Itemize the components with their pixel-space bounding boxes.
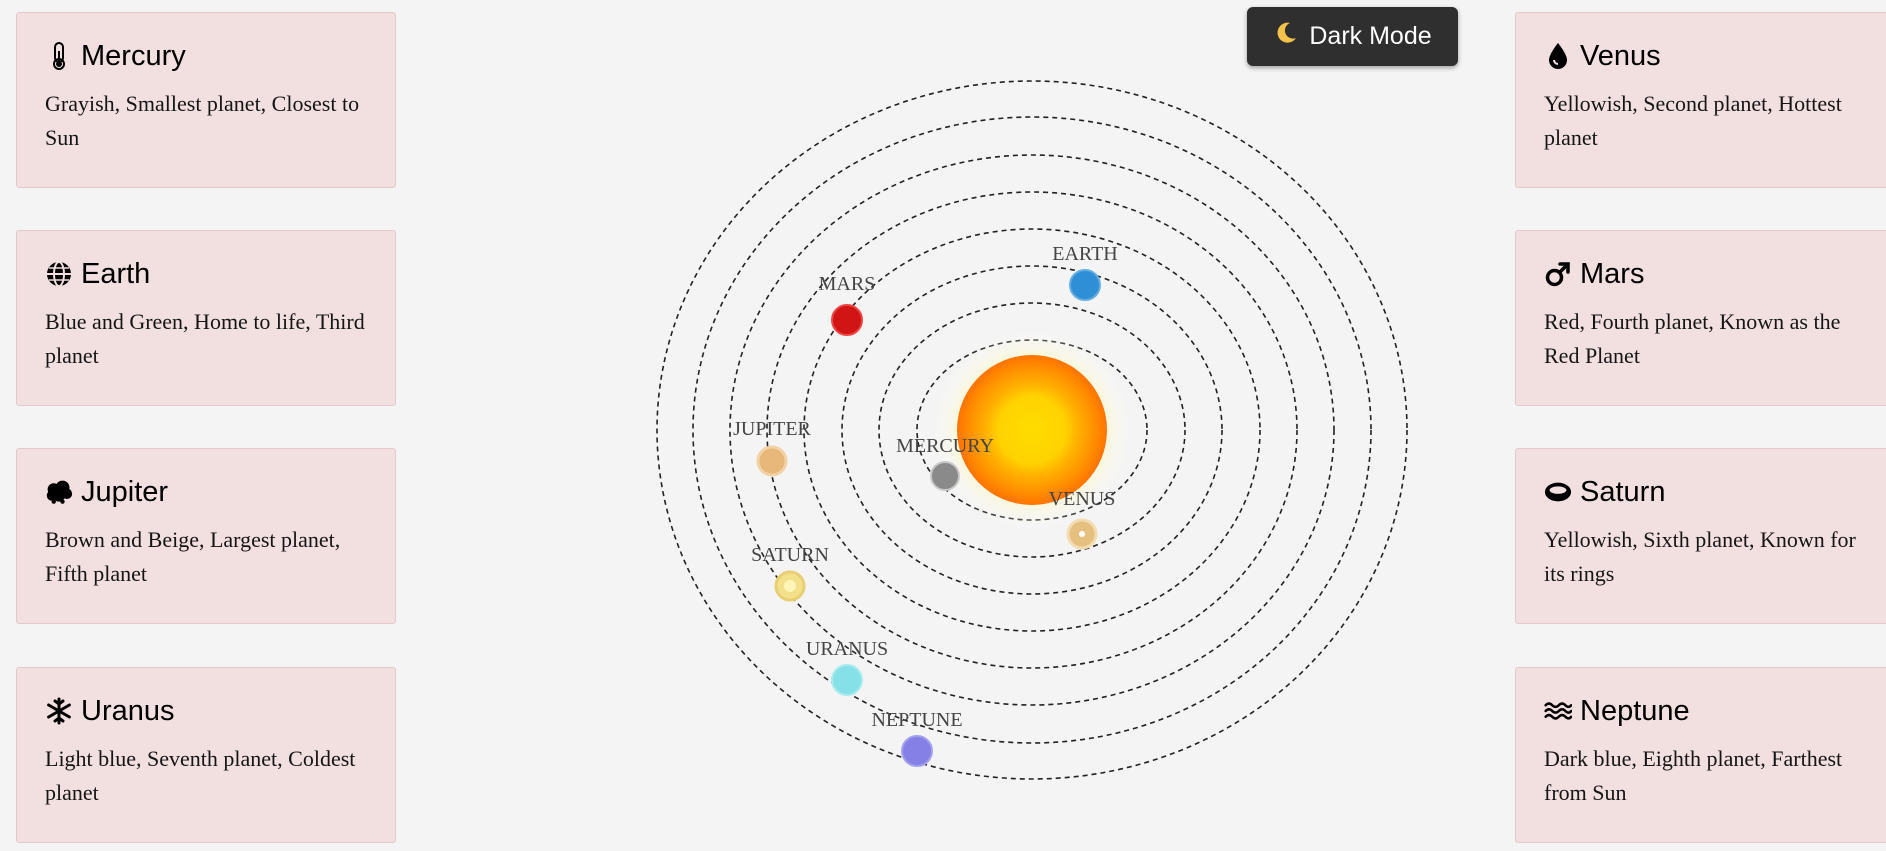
card-title-text: Venus [1580, 39, 1661, 72]
planet-uranus[interactable] [831, 664, 863, 696]
dark-mode-toggle-button[interactable]: Dark Mode [1247, 7, 1458, 66]
card-title-text: Mercury [81, 39, 186, 72]
orbit-label-neptune: NEPTUNE [871, 709, 962, 731]
ring-icon [1544, 478, 1572, 506]
card-description: Yellowish, Sixth planet, Known for its r… [1544, 527, 1856, 586]
orbit-label-mars: MARS [819, 273, 876, 295]
orbit-label-saturn: SATURN [751, 544, 829, 566]
card-title-text: Uranus [81, 694, 175, 727]
planet-saturn[interactable] [774, 570, 806, 602]
orbit-label-venus: VENUS [1049, 488, 1116, 510]
card-title-uranus: Uranus [45, 694, 367, 728]
solar-system-diagram: MERCURY VENUS EARTH MARS JUPITER SATURN … [656, 80, 1408, 780]
card-title-neptune: Neptune [1544, 694, 1866, 728]
dark-mode-label: Dark Mode [1309, 22, 1432, 50]
card-title-mars: Mars [1544, 257, 1866, 291]
card-description: Blue and Green, Home to life, Third plan… [45, 309, 365, 368]
planet-card-uranus: Uranus Light blue, Seventh planet, Colde… [16, 667, 396, 843]
orbit-label-uranus: URANUS [806, 638, 888, 660]
snowflake-icon [45, 697, 73, 725]
orbit-label-mercury: MERCURY [896, 435, 994, 457]
planet-neptune[interactable] [901, 735, 933, 767]
planet-card-mercury: Mercury Grayish, Smallest planet, Closes… [16, 12, 396, 188]
planet-card-earth: Earth Blue and Green, Home to life, Thir… [16, 230, 396, 406]
planet-mars[interactable] [831, 304, 863, 336]
card-title-jupiter: Jupiter [45, 475, 367, 509]
card-description: Dark blue, Eighth planet, Farthest from … [1544, 746, 1843, 805]
planet-earth[interactable] [1069, 269, 1101, 301]
card-title-text: Jupiter [81, 475, 169, 508]
thermometer-icon [45, 42, 73, 70]
cloud-icon [45, 478, 73, 506]
planet-jupiter[interactable] [756, 445, 788, 477]
mars-symbol-icon [1544, 260, 1572, 288]
card-title-saturn: Saturn [1544, 475, 1866, 509]
orbit-label-jupiter: JUPITER [733, 418, 811, 440]
card-description: Grayish, Smallest planet, Closest to Sun [45, 91, 360, 150]
globe-icon [45, 260, 73, 288]
card-title-mercury: Mercury [45, 39, 367, 73]
card-description: Brown and Beige, Largest planet, Fifth p… [45, 527, 341, 586]
card-title-earth: Earth [45, 257, 367, 291]
planet-card-jupiter: Jupiter Brown and Beige, Largest planet,… [16, 448, 396, 624]
water-waves-icon [1544, 697, 1572, 725]
planet-venus[interactable] [1066, 518, 1098, 550]
card-title-text: Neptune [1580, 694, 1690, 727]
planet-card-neptune: Neptune Dark blue, Eighth planet, Farthe… [1515, 667, 1886, 843]
orbit-label-earth: EARTH [1052, 243, 1117, 265]
planet-card-venus: Venus Yellowish, Second planet, Hottest … [1515, 12, 1886, 188]
planet-mercury[interactable] [930, 461, 960, 491]
droplet-icon [1544, 42, 1572, 70]
card-title-venus: Venus [1544, 39, 1866, 73]
moon-icon [1273, 20, 1299, 53]
card-title-text: Mars [1580, 257, 1645, 290]
planet-card-mars: Mars Red, Fourth planet, Known as the Re… [1515, 230, 1886, 406]
card-description: Red, Fourth planet, Known as the Red Pla… [1544, 309, 1841, 368]
card-description: Yellowish, Second planet, Hottest planet [1544, 91, 1842, 150]
card-title-text: Saturn [1580, 475, 1666, 508]
card-title-text: Earth [81, 257, 151, 290]
card-description: Light blue, Seventh planet, Coldest plan… [45, 746, 356, 805]
planet-card-saturn: Saturn Yellowish, Sixth planet, Known fo… [1515, 448, 1886, 624]
